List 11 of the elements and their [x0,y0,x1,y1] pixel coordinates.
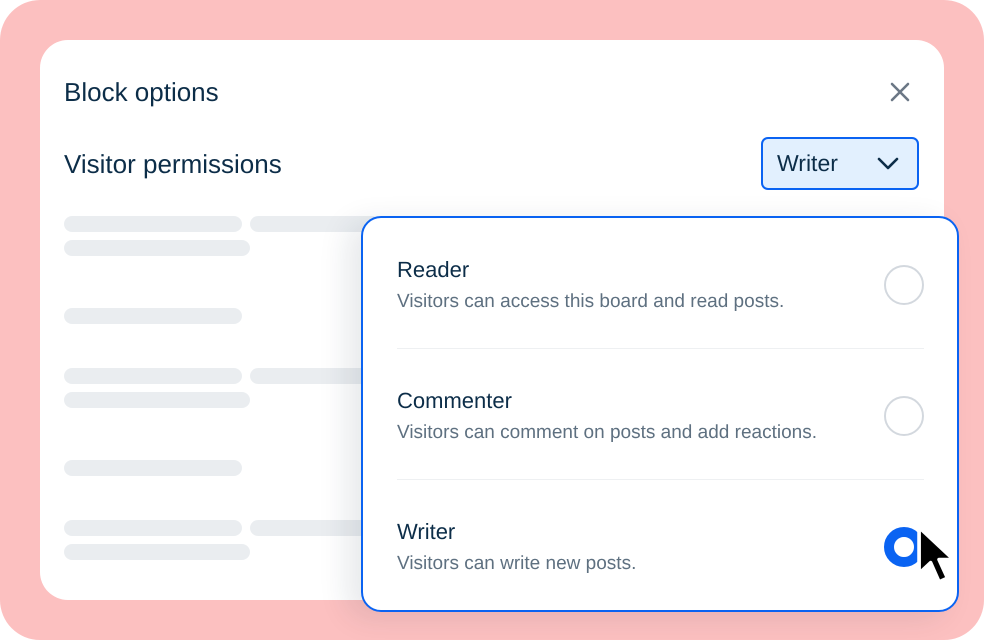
dialog-title: Block options [64,76,219,108]
section-label: Visitor permissions [64,148,282,180]
role-dropdown[interactable]: Writer [761,137,919,190]
option-description: Visitors can write new posts. [397,552,636,576]
option-title: Reader [397,256,470,284]
chevron-down-icon [877,157,899,170]
option-description: Visitors can access this board and read posts. [397,290,784,314]
option-title: Writer [397,518,456,546]
option-description: Visitors can comment on posts and add reactions. [397,421,817,445]
close-icon[interactable] [890,82,910,102]
option-title: Commenter [397,387,512,415]
